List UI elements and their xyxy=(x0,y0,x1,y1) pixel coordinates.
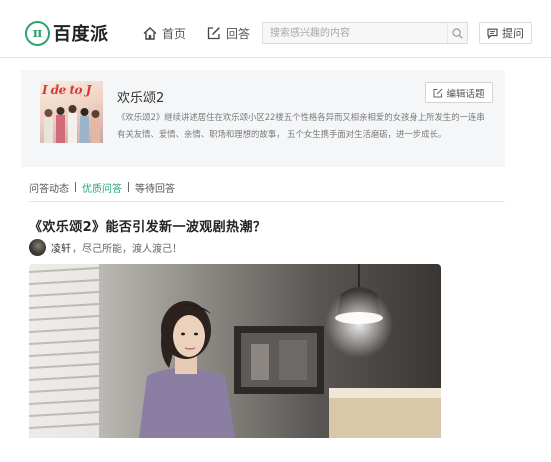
topic-poster[interactable]: I de to J xyxy=(40,81,103,143)
search-box xyxy=(262,22,468,44)
top-nav-bar: π 百度派 首页 回答 提问 xyxy=(0,0,551,58)
tabs-underline xyxy=(29,201,505,202)
edit-icon xyxy=(207,27,220,40)
home-icon xyxy=(143,26,157,40)
ask-question-button[interactable]: 提问 xyxy=(479,22,532,44)
chat-icon xyxy=(487,28,498,39)
nav-answer-label: 回答 xyxy=(226,26,251,41)
avatar[interactable] xyxy=(29,238,46,256)
edit-icon xyxy=(433,88,443,97)
topic-title[interactable]: 欢乐颂2 xyxy=(117,87,164,106)
topic-card: I de to J 欢乐颂2 编辑话题 《欢乐颂2》继续讲述居住在欢乐颂小区22… xyxy=(21,70,505,167)
nav-home-label: 首页 xyxy=(162,26,187,41)
author-bio: ，尽己所能，渡人渡己！ xyxy=(72,243,182,255)
author-name[interactable]: 凌轩 xyxy=(51,240,71,255)
edit-topic-button[interactable]: 编辑话题 xyxy=(425,82,493,103)
search-icon xyxy=(452,27,463,39)
poster-people-illustration xyxy=(44,105,100,143)
logo-text: 百度派 xyxy=(53,24,109,45)
nav-answer[interactable]: 回答 xyxy=(207,24,250,42)
tab-awaiting-answer[interactable]: 等待回答 xyxy=(135,180,175,195)
tab-divider xyxy=(128,182,129,192)
search-input[interactable] xyxy=(263,23,449,43)
topic-description: 《欢乐颂2》继续讲述居住在欢乐颂小区22楼五个性格各异而又相亲相爱的女孩身上所发… xyxy=(117,112,485,139)
answer-author: 凌轩 ，尽己所能，渡人渡己！ xyxy=(29,238,182,256)
poster-title: I de to J xyxy=(42,83,91,97)
drama-still-image xyxy=(29,264,441,438)
tab-quality-qa[interactable]: 优质问答 xyxy=(82,180,122,195)
answer-tabs: 问答动态 优质问答 等待回答 xyxy=(29,180,175,195)
question-title[interactable]: 《欢乐颂2》能否引发新一波观剧热潮？ xyxy=(29,216,266,235)
answer-photo[interactable] xyxy=(29,264,441,438)
ask-button-label: 提问 xyxy=(502,27,524,40)
site-logo[interactable]: π 百度派 xyxy=(25,20,109,46)
edit-topic-label: 编辑话题 xyxy=(446,88,485,100)
logo-mark-icon: π xyxy=(25,20,50,46)
search-button[interactable] xyxy=(447,23,467,43)
nav-home[interactable]: 首页 xyxy=(143,24,186,42)
tab-divider xyxy=(75,182,76,192)
tab-qa-activity[interactable]: 问答动态 xyxy=(29,180,69,195)
